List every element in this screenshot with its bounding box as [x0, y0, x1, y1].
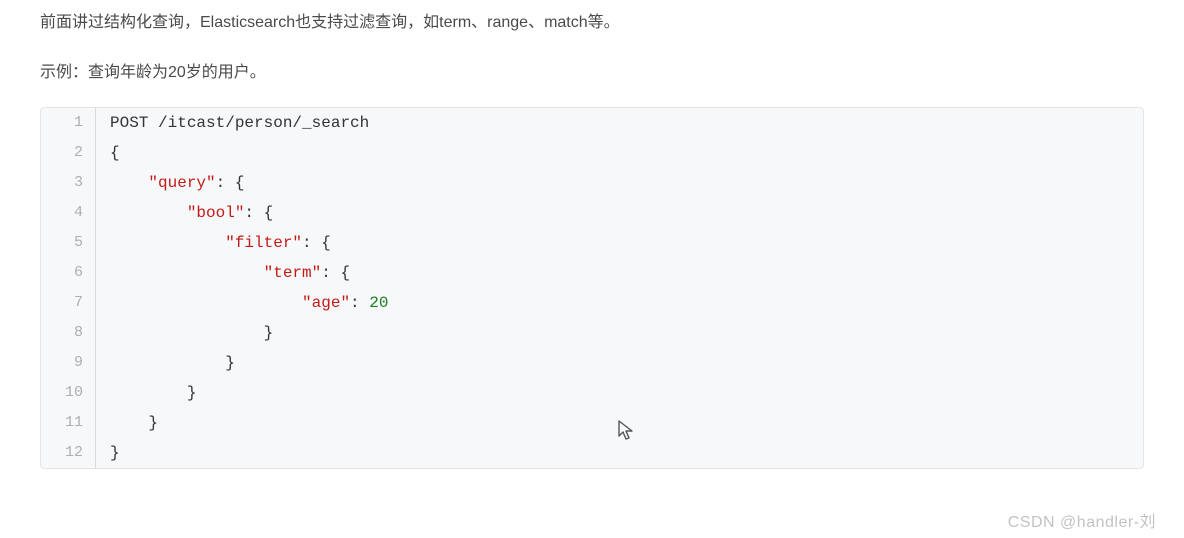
code-content: "filter": {	[96, 228, 331, 258]
code-token	[110, 234, 225, 252]
code-content: "bool": {	[96, 198, 273, 228]
line-number: 7	[41, 288, 96, 318]
code-token: : {	[302, 234, 331, 252]
code-token: }	[110, 354, 235, 372]
line-number: 5	[41, 228, 96, 258]
line-number: 9	[41, 348, 96, 378]
line-number: 1	[41, 108, 96, 138]
code-token: : {	[244, 204, 273, 222]
code-token: "term"	[264, 264, 322, 282]
code-token: "query"	[148, 174, 215, 192]
code-content: POST /itcast/person/_search	[96, 108, 369, 138]
code-line: 2{	[41, 138, 1143, 168]
code-token: : {	[321, 264, 350, 282]
code-line: 8 }	[41, 318, 1143, 348]
code-token: "age"	[302, 294, 350, 312]
line-number: 11	[41, 408, 96, 438]
line-number: 12	[41, 438, 96, 468]
code-token: "filter"	[225, 234, 302, 252]
code-line: 7 "age": 20	[41, 288, 1143, 318]
line-number: 4	[41, 198, 96, 228]
code-line: 12}	[41, 438, 1143, 468]
code-content: }	[96, 438, 120, 468]
code-line: 5 "filter": {	[41, 228, 1143, 258]
code-token: }	[110, 384, 196, 402]
code-token: {	[110, 144, 120, 162]
code-content: }	[96, 318, 273, 348]
code-block: 1POST /itcast/person/_search2{3 "query":…	[40, 107, 1144, 469]
watermark: CSDN @handler-刘	[1008, 508, 1156, 532]
code-line: 10 }	[41, 378, 1143, 408]
code-line: 4 "bool": {	[41, 198, 1143, 228]
code-content: "query": {	[96, 168, 244, 198]
code-token: }	[110, 414, 158, 432]
line-number: 10	[41, 378, 96, 408]
line-number: 2	[41, 138, 96, 168]
line-number: 6	[41, 258, 96, 288]
line-number: 3	[41, 168, 96, 198]
code-line: 3 "query": {	[41, 168, 1143, 198]
code-token: "bool"	[187, 204, 245, 222]
code-token	[110, 294, 302, 312]
code-content: {	[96, 138, 120, 168]
code-line: 11 }	[41, 408, 1143, 438]
code-token: }	[110, 324, 273, 342]
code-line: 6 "term": {	[41, 258, 1143, 288]
code-token	[110, 174, 148, 192]
code-line: 1 POST /itcast/person/_search	[41, 108, 1143, 138]
code-token: 20	[369, 294, 388, 312]
code-token: POST /itcast/person/_search	[110, 114, 369, 132]
code-content: "term": {	[96, 258, 350, 288]
code-token: : {	[216, 174, 245, 192]
code-content: }	[96, 408, 158, 438]
line-number: 8	[41, 318, 96, 348]
intro-paragraph: 前面讲过结构化查询，Elasticsearch也支持过滤查询，如term、ran…	[40, 10, 1144, 36]
code-token: }	[110, 444, 120, 462]
code-token: :	[350, 294, 369, 312]
code-token	[110, 204, 187, 222]
code-line: 9 }	[41, 348, 1143, 378]
code-content: }	[96, 378, 196, 408]
code-content: }	[96, 348, 235, 378]
example-label: 示例：查询年龄为20岁的用户。	[40, 58, 1144, 82]
code-token	[110, 264, 264, 282]
code-content: "age": 20	[96, 288, 388, 318]
